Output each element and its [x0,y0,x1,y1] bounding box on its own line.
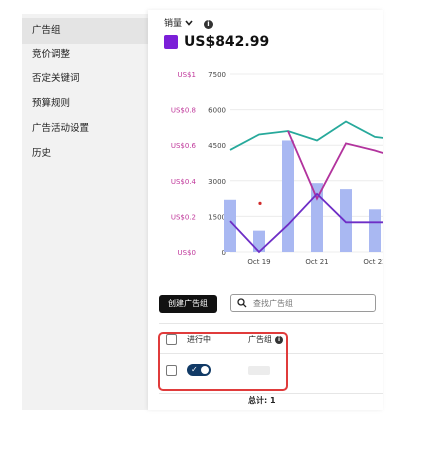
chart-point [258,201,262,205]
search-input[interactable] [253,298,363,308]
chart-bar [369,209,381,252]
y-right-tick-label: 3000 [208,178,226,186]
column-header-ad-group-label: 广告组 [248,335,272,344]
enabled-toggle[interactable]: ✓ [187,364,211,376]
y-right-tick-label: 1500 [208,213,226,221]
chart-bar [282,140,294,252]
metric-color-swatch [164,35,178,49]
search-box[interactable] [230,294,376,312]
ad-group-name-redacted [248,366,270,375]
performance-chart: US$1 7500 US$0.8 6000 US$0.6 4500 US$0.4 3000 US… [171,71,383,266]
metric-value: US$842.99 [184,34,270,50]
select-all-checkbox[interactable] [166,334,177,345]
sidebar: 广告组 竞价调整 否定关键词 预算规则 广告活动设置 历史 [22,14,168,410]
check-icon: ✓ [191,365,198,374]
x-tick-label: Oct 21 [305,258,328,266]
row-checkbox[interactable] [166,365,177,376]
x-tick-label: Oct 23 [363,258,383,266]
info-icon[interactable]: i [203,20,213,29]
create-ad-group-button[interactable]: 创建广告组 [159,295,217,313]
metric-selector-label: 销量 [164,19,183,29]
y-right-tick-label: 4500 [208,142,226,150]
column-header-ad-group[interactable]: 广告组 i [248,334,283,345]
column-header-active[interactable]: 进行中 [187,334,211,345]
y-left-tick-label: US$0 [178,249,196,257]
search-icon [237,298,247,308]
chevron-down-icon [185,19,193,26]
chart-line [287,130,383,201]
sidebar-item-bid-adjustments[interactable]: 竞价调整 [22,42,168,68]
sidebar-item-negative-keywords[interactable]: 否定关键词 [22,66,168,92]
main-panel: 销量 i US$842.99 US$1 7500 US$0.8 6000 US$0.6 4… [148,10,383,410]
sidebar-item-budget-rules[interactable]: 预算规则 [22,91,168,117]
metric-value-row: US$842.99 [164,34,269,50]
sidebar-item-ad-groups[interactable]: 广告组 [22,18,168,44]
metric-selector[interactable]: 销量 [164,16,193,29]
table-total: 总计: 1 [248,396,276,405]
y-left-tick-label: US$0.8 [171,107,196,115]
y-right-tick-label: 6000 [208,107,226,115]
info-icon[interactable]: i [275,335,283,344]
y-left-tick-label: US$1 [178,71,196,79]
divider [159,353,383,354]
x-tick-label: Oct 19 [247,258,270,266]
divider [159,393,383,394]
y-left-tick-label: US$0.2 [171,213,196,221]
y-left-tick-label: US$0.4 [171,178,197,186]
sidebar-item-campaign-settings[interactable]: 广告活动设置 [22,116,168,142]
y-left-tick-label: US$0.6 [171,142,197,150]
divider [159,323,383,324]
sidebar-item-history[interactable]: 历史 [22,141,168,167]
y-right-tick-label: 7500 [208,71,226,79]
metric-row: 销量 i [164,16,213,29]
chart-line [229,192,383,254]
toggle-knob [201,366,209,374]
chart-bar [340,189,352,252]
